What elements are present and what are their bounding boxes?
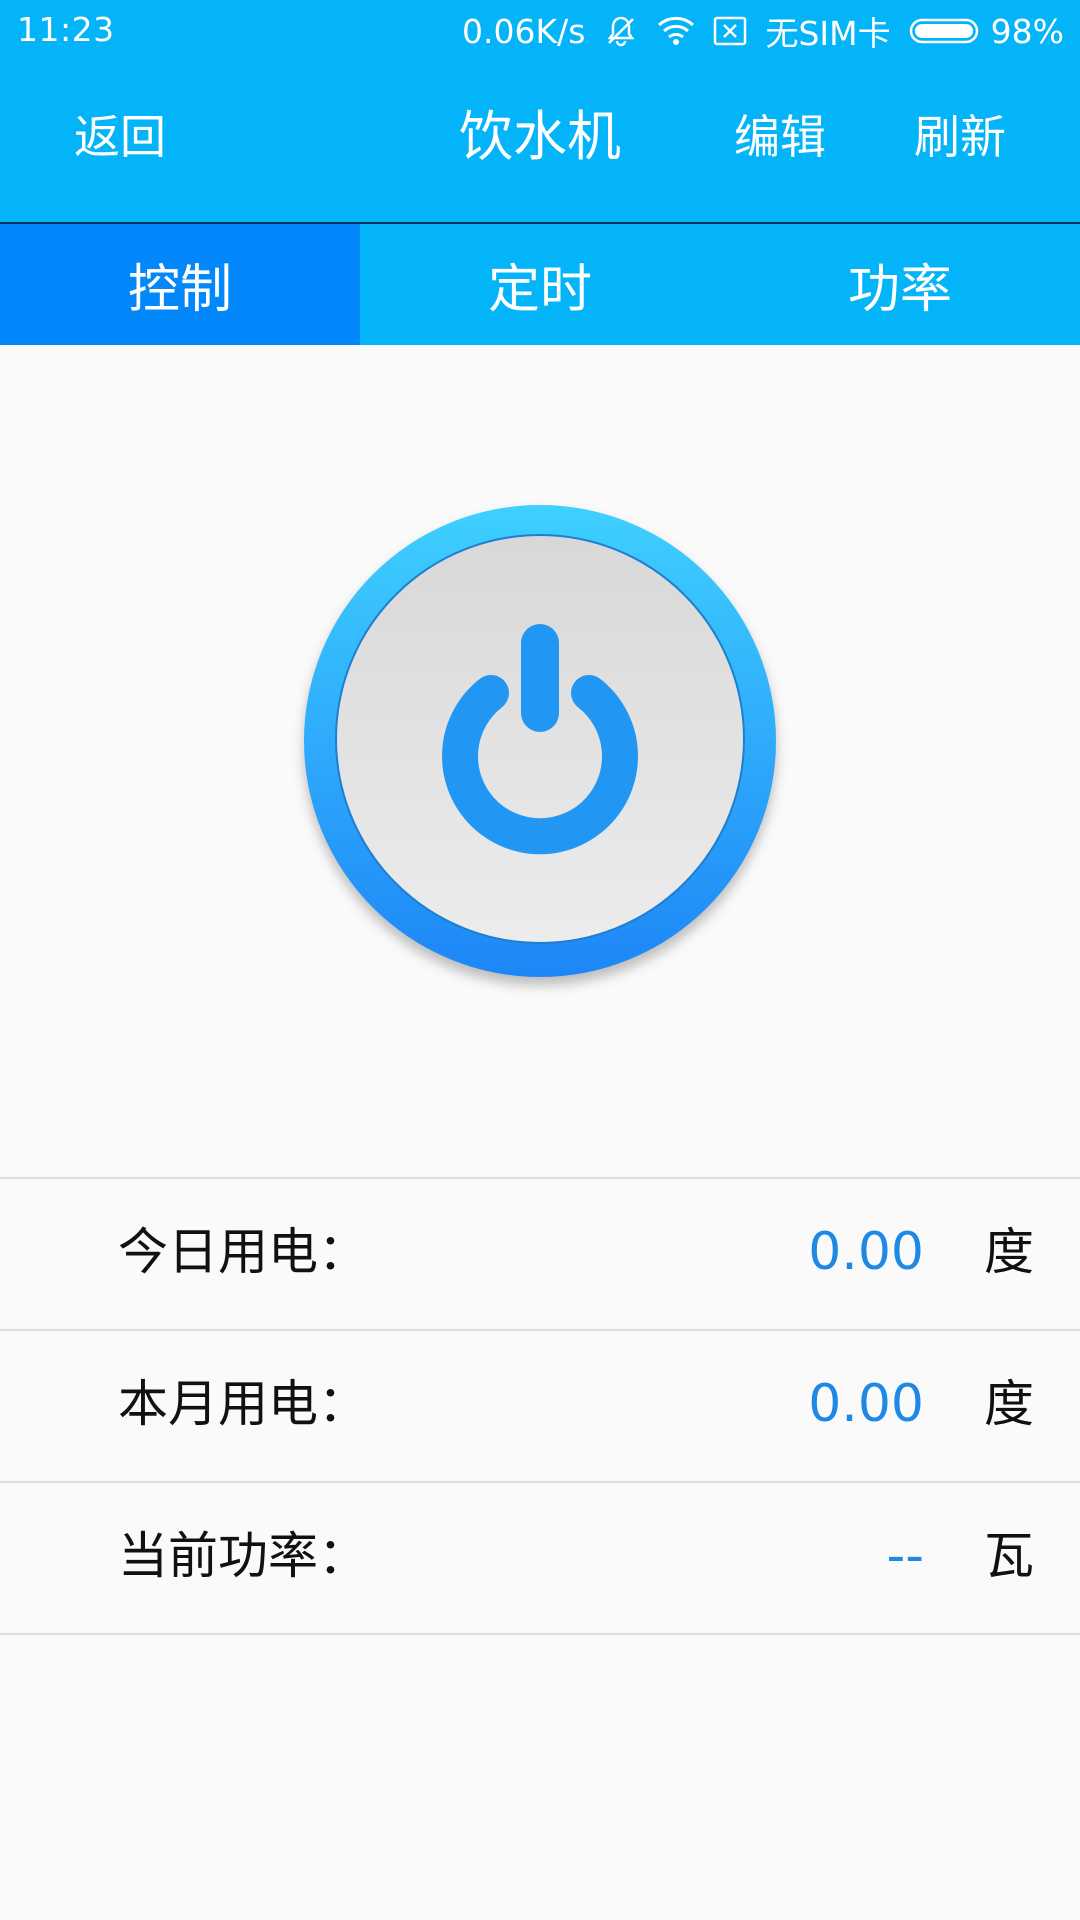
battery-percent: 98%: [990, 11, 1064, 51]
stat-row-today: 今日用电： 0.00 度: [0, 1179, 1080, 1331]
stat-unit: 度: [984, 1223, 1034, 1281]
stat-row-current-power: 当前功率： -- 瓦: [0, 1483, 1080, 1635]
tab-power[interactable]: 功率: [720, 224, 1080, 345]
status-indicators: 0.06K/s 无SIM卡 98%: [444, 9, 1064, 54]
network-speed: 0.06K/s: [462, 11, 586, 51]
stat-row-month: 本月用电： 0.00 度: [0, 1331, 1080, 1483]
stat-unit: 瓦: [984, 1527, 1034, 1585]
power-button[interactable]: [302, 503, 778, 979]
status-time: 11:23: [17, 10, 115, 49]
stat-unit: 度: [984, 1375, 1034, 1433]
tab-control[interactable]: 控制: [0, 224, 360, 345]
stat-value: 0.00: [808, 1222, 924, 1282]
stat-value: 0.00: [808, 1374, 924, 1434]
stats-list: 今日用电： 0.00 度 本月用电： 0.00 度 当前功率： -- 瓦: [0, 1177, 1080, 1635]
battery-icon: [909, 17, 981, 45]
wifi-icon: [657, 15, 695, 47]
tab-bar: 控制 定时 功率: [0, 224, 1080, 345]
muted-bell-icon: [603, 13, 639, 49]
stat-label: 今日用电：: [118, 1223, 368, 1281]
edit-button[interactable]: 编辑: [734, 114, 826, 160]
power-button-graphic: [304, 505, 776, 977]
sim-status: 无SIM卡: [765, 14, 891, 53]
tab-timer[interactable]: 定时: [360, 224, 720, 345]
stat-value: --: [886, 1526, 924, 1586]
app-header: 返回 饮水机 编辑 刷新: [0, 62, 1080, 224]
stat-label: 本月用电：: [118, 1375, 368, 1433]
power-control-area: [0, 345, 1080, 1177]
status-bar: 11:23 0.06K/s 无SIM卡 98%: [0, 0, 1080, 62]
no-sim-icon: [713, 16, 747, 46]
stat-label: 当前功率：: [118, 1527, 368, 1585]
battery: 98%: [909, 12, 1064, 51]
refresh-button[interactable]: 刷新: [914, 114, 1006, 160]
